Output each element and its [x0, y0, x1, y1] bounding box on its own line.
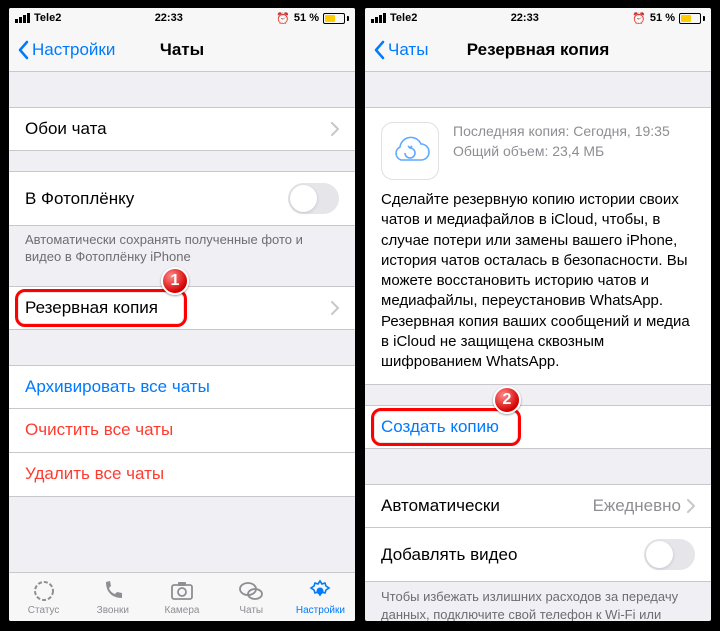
cell-label: Резервная копия	[25, 298, 331, 318]
include-videos-row[interactable]: Добавлять видео	[365, 528, 711, 582]
battery-icon	[323, 13, 349, 24]
clock: 22:33	[511, 12, 539, 24]
phone-icon	[100, 578, 126, 604]
tab-label: Статус	[28, 605, 60, 616]
cell-label: Архивировать все чаты	[25, 377, 339, 397]
cell-label: В Фотоплёнку	[25, 189, 288, 209]
back-label: Настройки	[32, 40, 115, 60]
carrier-label: Tele2	[34, 12, 61, 24]
content: Обои чата В Фотоплёнку Автоматически сох…	[9, 72, 355, 572]
nav-bar: Настройки Чаты	[9, 28, 355, 72]
battery-pct: 51 %	[650, 12, 675, 24]
chevron-right-icon	[331, 301, 339, 315]
camera-roll-note: Автоматически сохранять полученные фото …	[9, 226, 355, 266]
chevron-right-icon	[687, 499, 695, 513]
tab-calls[interactable]: Звонки	[78, 573, 147, 621]
back-button[interactable]: Чаты	[373, 40, 428, 60]
archive-all-chats-row[interactable]: Архивировать все чаты	[9, 365, 355, 409]
back-label: Чаты	[388, 40, 428, 60]
gear-icon	[307, 578, 333, 604]
backup-description: Сделайте резервную копию истории своих ч…	[365, 190, 711, 384]
annotation-badge-1: 1	[161, 267, 189, 295]
tab-chats[interactable]: Чаты	[217, 573, 286, 621]
tab-bar: Статус Звонки Камера Чаты Настройки	[9, 572, 355, 621]
status-bar: Tele2 22:33 ⏰ 51 %	[365, 8, 711, 28]
content: Последняя копия: Сегодня, 19:35 Общий об…	[365, 72, 711, 621]
chats-settings-screen: Tele2 22:33 ⏰ 51 % Настройки Чаты Обои ч…	[7, 6, 357, 623]
cell-label: Создать копию	[381, 417, 695, 437]
nav-bar: Чаты Резервная копия	[365, 28, 711, 72]
chevron-left-icon	[17, 40, 29, 60]
chevron-right-icon	[331, 122, 339, 136]
save-to-camera-roll-row[interactable]: В Фотоплёнку	[9, 171, 355, 226]
carrier-label: Tele2	[390, 12, 417, 24]
chat-wallpaper-row[interactable]: Обои чата	[9, 107, 355, 151]
cell-label: Очистить все чаты	[25, 420, 339, 440]
back-button[interactable]: Настройки	[17, 40, 115, 60]
camera-icon	[169, 578, 195, 604]
status-bar: Tele2 22:33 ⏰ 51 %	[9, 8, 355, 28]
include-videos-switch[interactable]	[644, 539, 695, 570]
tab-label: Звонки	[97, 605, 129, 616]
backup-summary: Последняя копия: Сегодня, 19:35 Общий об…	[365, 108, 711, 190]
backup-size-label: Общий объем: 23,4 МБ	[453, 142, 670, 162]
cellular-note: Чтобы избежать излишних расходов за пере…	[365, 582, 711, 621]
delete-all-chats-row[interactable]: Удалить все чаты	[9, 453, 355, 497]
alarm-icon: ⏰	[276, 12, 290, 25]
save-to-roll-switch[interactable]	[288, 183, 339, 214]
cell-label: Обои чата	[25, 119, 331, 139]
clear-all-chats-row[interactable]: Очистить все чаты	[9, 409, 355, 453]
tab-label: Камера	[165, 605, 200, 616]
auto-backup-value: Ежедневно	[593, 496, 681, 516]
chat-backup-row[interactable]: Резервная копия 1	[9, 286, 355, 330]
cloud-backup-icon	[381, 122, 439, 180]
status-icon	[31, 578, 57, 604]
tab-status[interactable]: Статус	[9, 573, 78, 621]
battery-icon	[679, 13, 705, 24]
annotation-badge-2: 2	[493, 386, 521, 414]
alarm-icon: ⏰	[632, 12, 646, 25]
chevron-left-icon	[373, 40, 385, 60]
chat-backup-screen: Tele2 22:33 ⏰ 51 % Чаты Резервная копия	[363, 6, 713, 623]
battery-pct: 51 %	[294, 12, 319, 24]
tab-label: Настройки	[296, 605, 345, 616]
tab-camera[interactable]: Камера	[147, 573, 216, 621]
cell-label: Добавлять видео	[381, 545, 644, 565]
backup-now-button[interactable]: Создать копию 2	[365, 405, 711, 449]
signal-icon	[15, 13, 30, 23]
signal-icon	[371, 13, 386, 23]
clock: 22:33	[155, 12, 183, 24]
tab-settings[interactable]: Настройки	[286, 573, 355, 621]
cell-label: Автоматически	[381, 496, 593, 516]
last-backup-label: Последняя копия: Сегодня, 19:35	[453, 122, 670, 142]
cell-label: Удалить все чаты	[25, 464, 339, 484]
chats-icon	[238, 578, 264, 604]
auto-backup-row[interactable]: Автоматически Ежедневно	[365, 484, 711, 528]
tab-label: Чаты	[239, 605, 263, 616]
